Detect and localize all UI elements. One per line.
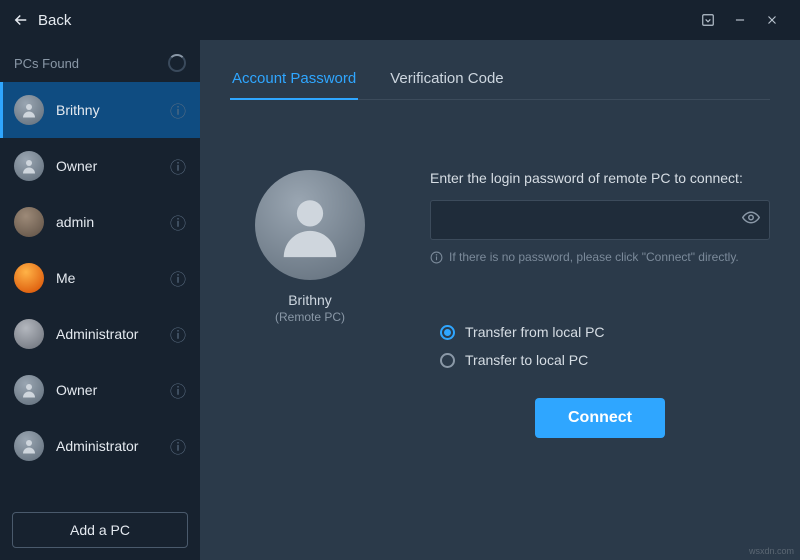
radio-transfer-from[interactable]: Transfer from local PC — [440, 324, 770, 340]
main-panel: Account Password Verification Code Brith… — [200, 40, 800, 560]
sidebar-item-label: Brithny — [56, 102, 158, 118]
password-hint: If there is no password, please click "C… — [430, 250, 770, 264]
sidebar-title: PCs Found — [14, 56, 79, 71]
arrow-left-icon — [12, 11, 30, 29]
avatar-icon — [14, 263, 44, 293]
connect-label: Connect — [568, 409, 632, 426]
avatar-icon — [14, 151, 44, 181]
dropdown-button[interactable] — [692, 4, 724, 36]
connect-button[interactable]: Connect — [535, 398, 665, 438]
profile-name: Brithny — [288, 292, 332, 308]
radio-label: Transfer to local PC — [465, 352, 588, 368]
close-icon — [765, 13, 779, 27]
remote-profile: Brithny (Remote PC) — [230, 170, 390, 540]
tab-label: Account Password — [232, 70, 356, 87]
tab-account-password[interactable]: Account Password — [230, 58, 358, 99]
info-icon[interactable]: ⓘ — [170, 98, 186, 122]
sidebar-item-brithny[interactable]: Brithny ⓘ — [0, 82, 200, 138]
sidebar-item-label: Owner — [56, 382, 158, 398]
transfer-direction: Transfer from local PC Transfer to local… — [440, 324, 770, 368]
info-icon[interactable]: ⓘ — [170, 322, 186, 346]
sidebar-item-label: Me — [56, 270, 158, 286]
sidebar-item-owner[interactable]: Owner ⓘ — [0, 138, 200, 194]
radio-dot-icon — [440, 325, 455, 340]
sidebar-item-administrator[interactable]: Administrator ⓘ — [0, 306, 200, 362]
close-button[interactable] — [756, 4, 788, 36]
profile-subtitle: (Remote PC) — [275, 310, 345, 324]
sidebar-item-label: admin — [56, 214, 158, 230]
password-input[interactable] — [430, 200, 770, 240]
titlebar: Back — [0, 0, 800, 40]
back-label: Back — [38, 12, 71, 29]
back-button[interactable]: Back — [12, 11, 71, 29]
avatar-icon — [14, 375, 44, 405]
tab-verification-code[interactable]: Verification Code — [388, 58, 505, 99]
connect-form: Enter the login password of remote PC to… — [430, 170, 770, 540]
toggle-visibility-button[interactable] — [742, 209, 760, 232]
sidebar-header: PCs Found — [0, 40, 200, 82]
loading-icon — [168, 54, 186, 72]
info-icon[interactable]: ⓘ — [170, 154, 186, 178]
avatar-icon — [14, 207, 44, 237]
minimize-icon — [733, 13, 747, 27]
info-circle-icon — [430, 251, 443, 264]
chevron-down-box-icon — [701, 13, 715, 27]
sidebar-item-admin[interactable]: admin ⓘ — [0, 194, 200, 250]
info-icon[interactable]: ⓘ — [170, 210, 186, 234]
sidebar-item-administrator-2[interactable]: Administrator ⓘ — [0, 418, 200, 474]
radio-transfer-to[interactable]: Transfer to local PC — [440, 352, 770, 368]
avatar-icon — [14, 431, 44, 461]
sidebar: PCs Found Brithny ⓘ Owner ⓘ admin ⓘ Me — [0, 40, 200, 560]
pc-list: Brithny ⓘ Owner ⓘ admin ⓘ Me ⓘ Administr… — [0, 82, 200, 500]
tabs: Account Password Verification Code — [230, 58, 770, 100]
minimize-button[interactable] — [724, 4, 756, 36]
info-icon[interactable]: ⓘ — [170, 378, 186, 402]
watermark: wsxdn.com — [749, 546, 794, 556]
info-icon[interactable]: ⓘ — [170, 266, 186, 290]
radio-label: Transfer from local PC — [465, 324, 605, 340]
sidebar-item-label: Owner — [56, 158, 158, 174]
sidebar-item-me[interactable]: Me ⓘ — [0, 250, 200, 306]
avatar-icon — [14, 319, 44, 349]
info-icon[interactable]: ⓘ — [170, 434, 186, 458]
avatar-icon — [14, 95, 44, 125]
profile-avatar-icon — [255, 170, 365, 280]
sidebar-item-label: Administrator — [56, 326, 158, 342]
hint-text: If there is no password, please click "C… — [449, 250, 739, 264]
sidebar-item-label: Administrator — [56, 438, 158, 454]
add-pc-button[interactable]: Add a PC — [12, 512, 188, 548]
sidebar-item-owner-2[interactable]: Owner ⓘ — [0, 362, 200, 418]
add-pc-label: Add a PC — [70, 522, 130, 538]
eye-icon — [742, 209, 760, 227]
tab-label: Verification Code — [390, 70, 503, 87]
radio-dot-icon — [440, 353, 455, 368]
password-prompt: Enter the login password of remote PC to… — [430, 170, 770, 186]
